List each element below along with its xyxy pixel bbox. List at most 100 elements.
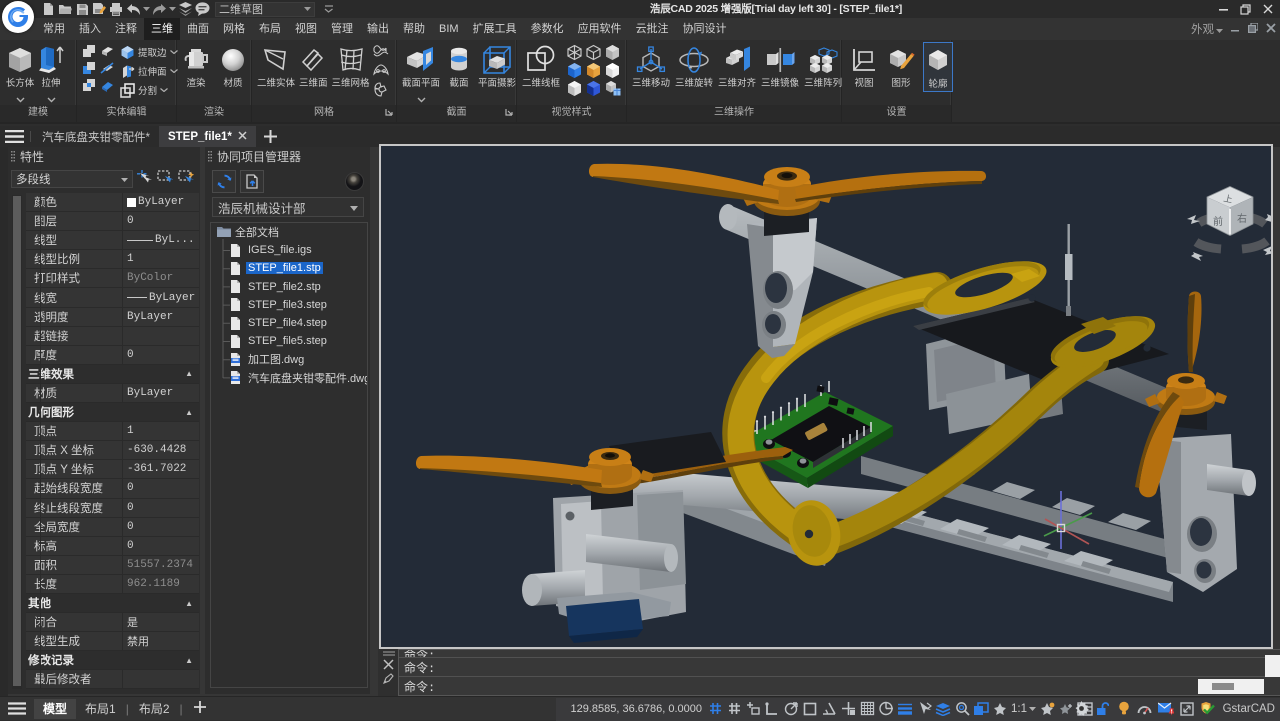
collab-panel-title[interactable]: 协同项目管理器 [205,147,370,166]
tree-file-iges[interactable]: IGES_file.igs [211,241,367,259]
status-menu-icon[interactable] [0,702,34,715]
vs-shaded-icon[interactable] [565,61,584,79]
panel-caption-section[interactable]: 截面 [397,105,516,122]
mesh-expand-icon[interactable] [385,105,393,119]
extrude-face-button[interactable]: 拉伸面 [119,62,178,80]
command-history[interactable]: 命令: 命令: 命令: [398,649,1280,696]
quick-select-icon[interactable] [137,170,152,188]
prop-row-lineweight[interactable]: 线宽 ByLayer [26,288,199,307]
vs-conceptual-icon[interactable] [603,61,622,79]
minimize-icon[interactable] [1217,3,1230,16]
prop-row-length[interactable]: 长度 962.1189 [26,575,199,594]
tab-xietong[interactable]: 协同设计 [676,18,734,40]
restore-icon[interactable] [1239,3,1252,16]
prop-row-color[interactable]: 颜色 ByLayer [26,193,199,212]
material-button[interactable]: 材质 [219,42,247,90]
intersect-icon[interactable] [81,77,97,93]
tab-shuchu[interactable]: 输出 [360,18,396,40]
edge-surface-icon[interactable] [373,62,389,78]
grid-on-icon[interactable] [707,701,723,717]
annotation-scale-person-icon[interactable] [992,701,1008,717]
tree-file-step1[interactable]: STEP_file1.stp [211,259,367,277]
snap-mode-icon[interactable] [745,701,761,717]
doctab-qiche[interactable]: 汽车底盘夹钳零配件* [33,126,159,147]
tab-zhushi[interactable]: 注释 [108,18,144,40]
split-dropdown-icon[interactable] [160,88,168,92]
tab-buju[interactable]: 布局 [252,18,288,40]
tab-shitu[interactable]: 视图 [288,18,324,40]
viewcube[interactable]: 上 前 右 [1187,186,1271,261]
new-layout-icon[interactable] [184,700,216,718]
section-plane-button[interactable]: 截面平面 [401,42,441,100]
tab-qumian[interactable]: 曲面 [180,18,216,40]
render-button[interactable]: 渲染 [181,42,211,90]
prop-row-thickness[interactable]: 厚度 0 [26,346,199,365]
dynamic-input-icon[interactable] [802,701,818,717]
tab-kuozhan[interactable]: 扩展工具 [466,18,524,40]
lineweight-display-icon[interactable] [897,701,913,717]
prop-row-area[interactable]: 面积 51557.2374 [26,556,199,575]
undo-icon[interactable] [125,1,141,17]
box-button[interactable]: 长方体 [4,42,36,100]
settings-gear-icon[interactable] [1074,701,1090,717]
section-3d-effects[interactable]: 三维效果▲ [26,365,199,384]
model-tab[interactable]: 模型 [34,699,76,719]
extract-edge-button[interactable]: 提取边 [119,43,178,61]
tab-sanwei[interactable]: 三维 [144,18,180,40]
save-icon[interactable] [74,1,90,17]
new-file-icon[interactable] [40,1,56,17]
command-vscrollbar[interactable] [1265,655,1280,677]
doc-menu-icon[interactable] [0,126,28,147]
vs-shades-gray-icon[interactable] [565,79,584,97]
prop-row-last-modified[interactable]: 最后修改者 [26,670,199,689]
gstarcad-logo[interactable] [2,1,34,33]
redo-dropdown-icon[interactable] [168,1,176,17]
vs-hidden-icon[interactable] [584,43,603,61]
flatshot-button[interactable]: 平面摄影 [477,42,517,90]
save-as-icon[interactable] [91,1,107,17]
layout1-tab[interactable]: 布局1 [76,699,125,719]
panel-caption-modeling[interactable]: 建模 [0,105,76,122]
tree-file-step3[interactable]: STEP_file3.step [211,296,367,314]
view-button[interactable]: 视图 [849,42,879,90]
prop-row-linetype-scale[interactable]: 线型比例 1 [26,250,199,269]
vs-wireframe-icon[interactable] [565,43,584,61]
tab-canshuhua[interactable]: 参数化 [524,18,571,40]
prop-row-global-width[interactable]: 全局宽度 0 [26,518,199,537]
hatch-icon[interactable] [859,701,875,717]
import-file-button[interactable] [240,170,264,193]
tree-file-step4[interactable]: STEP_file4.step [211,314,367,332]
subtract-icon[interactable] [81,60,97,76]
outline-button[interactable]: 轮廓 [923,42,953,92]
doc-restore-icon[interactable] [1248,22,1258,36]
toggle-pickadd-icon[interactable] [178,170,194,188]
section-modification[interactable]: 修改记录▲ [26,651,199,670]
unlock-icon[interactable] [1095,701,1111,717]
wireframe2d-button[interactable]: 二维线框 [521,42,561,90]
revolved-surface-icon[interactable] [373,43,389,59]
mesh3d-button[interactable]: 三维网格 [331,42,371,90]
bulb-icon[interactable] [1116,701,1132,717]
split-button[interactable]: 分割 [119,81,178,99]
tree-file-step2[interactable]: STEP_file2.stp [211,278,367,296]
prop-row-linetype[interactable]: 线型 ByL... [26,231,199,250]
panel-caption-mesh[interactable]: 网格 [252,105,396,122]
new-doctab-icon[interactable] [256,126,285,147]
doctab-step-file1[interactable]: STEP_file1* [159,126,256,147]
prop-row-vertex[interactable]: 顶点 1 [26,422,199,441]
prop-row-linetype-gen[interactable]: 线型生成 禁用 [26,632,199,651]
appearance-dropdown[interactable]: 外观 [1191,21,1223,37]
ortho-icon[interactable] [764,701,780,717]
prop-row-hyperlink[interactable]: 超链接 [26,327,199,346]
vs-xray-icon[interactable] [584,79,603,97]
graphics-button[interactable]: 图形 [886,42,916,90]
properties-panel-title[interactable]: 特性 [8,147,200,166]
tree-file-jiagongtu[interactable]: 加工图.dwg [211,350,367,368]
redo-icon[interactable] [151,1,167,17]
shield-check-icon[interactable] [1200,701,1216,717]
polar-tracking-icon[interactable] [783,701,799,717]
prop-row-vertex-x[interactable]: 顶点 X 坐标 -630.4428 [26,441,199,460]
doc-minimize-icon[interactable] [1231,22,1240,36]
move3d-button[interactable]: 三维移动 [631,42,671,90]
tab-bim[interactable]: BIM [432,18,466,40]
